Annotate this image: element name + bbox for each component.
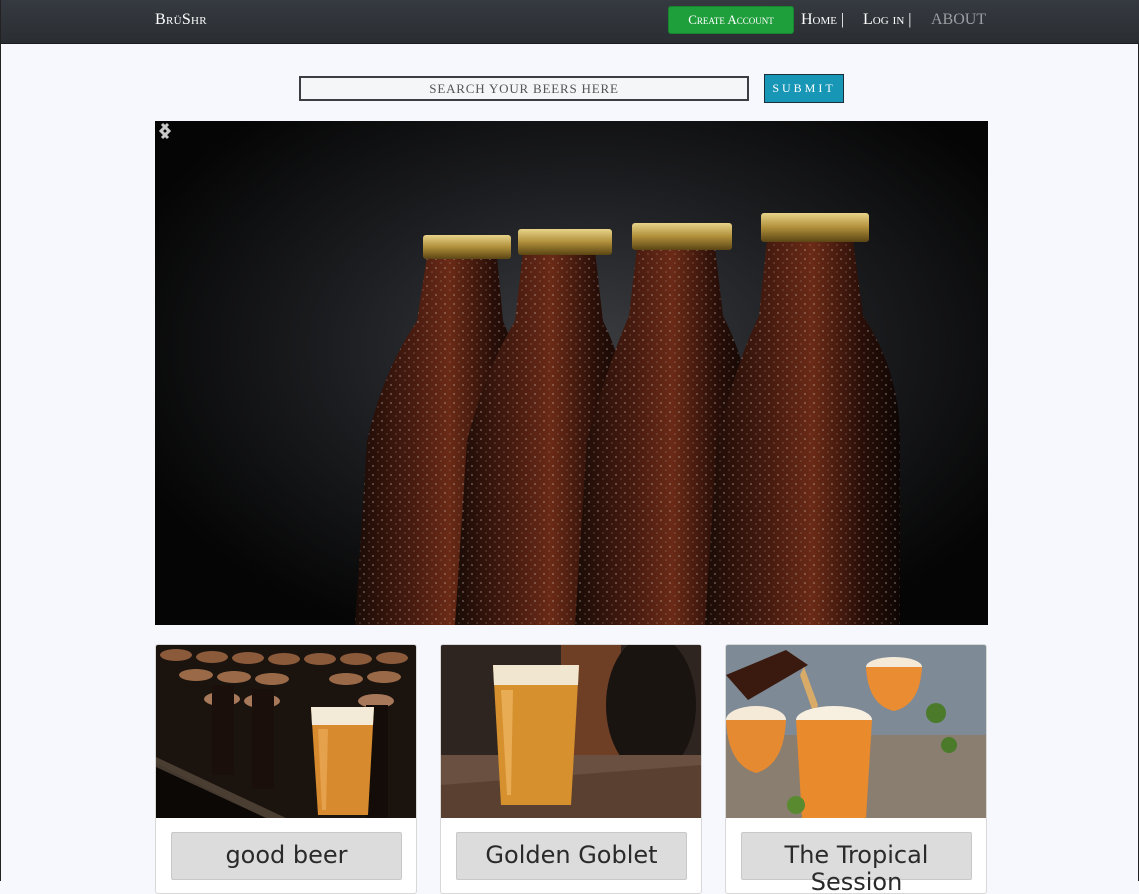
beer-card-image [726,645,986,818]
brand-logo[interactable]: BrüShr [155,11,207,29]
beer-name-button[interactable]: The Tropical Session [741,832,972,893]
beer-carousel [155,121,988,625]
beer-card: Golden Goblet [440,644,702,894]
carousel-image-beer-bottles [355,213,900,625]
beer-name-button[interactable]: good beer [171,832,402,880]
nav-home-link[interactable]: Home | [801,11,844,29]
beer-card: The Tropical Session [725,644,987,894]
beer-name-button[interactable]: Golden Goblet [456,832,687,880]
create-account-button[interactable]: Create Account [668,6,794,34]
beer-card-image [441,645,701,818]
nav-about-link[interactable]: ABOUT [931,11,986,29]
submit-button[interactable]: SUBMIT [764,74,844,103]
beer-card: good beer [155,644,417,894]
beer-card-image [156,645,416,818]
top-navbar: BrüShr Create Account Home | Log in | AB… [1,0,1139,44]
nav-login-link[interactable]: Log in | [863,11,911,29]
search-input[interactable] [299,76,749,101]
chevron-right-icon[interactable] [155,121,175,141]
